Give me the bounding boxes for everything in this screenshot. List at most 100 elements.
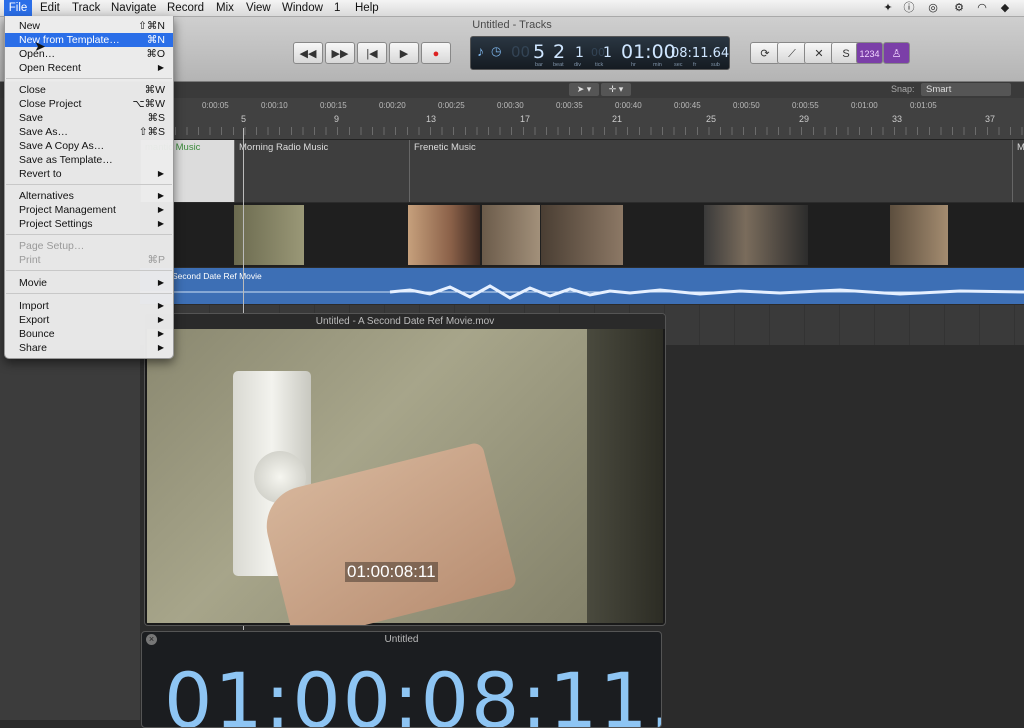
lcd-bar-dim: 00 (511, 43, 531, 61)
video-thumbnail (704, 205, 808, 265)
go-to-start-button[interactable]: |◀ (357, 42, 387, 64)
region-frenetic-music[interactable]: Frenetic Music (409, 140, 1012, 202)
video-thumbnail (408, 205, 480, 265)
record-button[interactable]: ● (421, 42, 451, 64)
ruler-bar: 17 (520, 114, 531, 124)
region-label: Frenetic Music (414, 142, 476, 153)
menu-separator (6, 270, 172, 271)
menu-item-project-settings[interactable]: Project Settings ▶ (5, 217, 173, 231)
submenu-arrow-icon: ▶ (157, 205, 164, 214)
menu-item-save-copy-as[interactable]: Save A Copy As… (5, 139, 173, 153)
menu-separator (6, 78, 172, 79)
menu-track[interactable]: Track (72, 0, 100, 16)
menu-separator (6, 234, 172, 235)
menu-item-import[interactable]: Import ▶ (5, 299, 173, 313)
timeline-ruler[interactable]: 0:00:05 0:00:10 0:00:15 0:00:20 0:00:25 … (140, 98, 1024, 140)
menu-item-alternatives[interactable]: Alternatives ▶ (5, 189, 173, 203)
ruler-time: 0:00:10 (261, 101, 288, 110)
menu-help[interactable]: Help (355, 0, 379, 16)
menu-item-save-as[interactable]: Save As… ⇧⌘S (5, 125, 173, 139)
menu-file[interactable]: File (4, 0, 32, 16)
ruler-bar: 21 (612, 114, 623, 124)
menu-edit[interactable]: Edit (40, 0, 60, 16)
lcd-tick: 1 (603, 45, 612, 61)
notification-icon[interactable]: ◆ (998, 1, 1012, 15)
menu-item-project-management[interactable]: Project Management ▶ (5, 203, 173, 217)
video-thumbnail (541, 205, 623, 265)
menu-separator (6, 293, 172, 294)
cycle-button[interactable]: ⟳ (750, 42, 780, 64)
menu-item-close-project[interactable]: Close Project ⌥⌘W (5, 97, 173, 111)
lcd-label-min: min (653, 62, 662, 68)
menu-mix[interactable]: Mix (216, 0, 234, 16)
submenu-arrow-icon: ▶ (157, 169, 164, 178)
forward-button[interactable]: ▶▶ (325, 42, 355, 64)
menu-item-bounce[interactable]: Bounce ▶ (5, 327, 173, 341)
menu-item-open-recent[interactable]: Open Recent ▶ (5, 61, 173, 75)
ruler-time: 0:00:30 (497, 101, 524, 110)
rewind-button[interactable]: ◀◀ (293, 42, 323, 64)
metronome-button[interactable]: ♙ (883, 42, 910, 64)
menu-view[interactable]: View (246, 0, 271, 16)
menu-item-export[interactable]: Export ▶ (5, 313, 173, 327)
lcd-display[interactable]: ♪ ◷ 00 5 2 1 00 1 01:00 08:11.64 bar bea… (470, 36, 730, 70)
ruler-time: 0:00:45 (674, 101, 701, 110)
menu-item-revert-to[interactable]: Revert to ▶ (5, 167, 173, 181)
secondary-tool-menu[interactable]: ✛ ▾ (601, 83, 631, 96)
menu-window[interactable]: Window (282, 0, 323, 16)
menu-item-new-from-template[interactable]: New from Template… ⌘N (5, 33, 173, 47)
ruler-time: 0:00:05 (202, 101, 229, 110)
menu-item-movie[interactable]: Movie ▶ (5, 276, 173, 290)
menu-item-save[interactable]: Save ⌘S (5, 111, 173, 125)
ruler-time: 0:00:50 (733, 101, 760, 110)
menu-item-share[interactable]: Share ▶ (5, 341, 173, 355)
count-in-button[interactable]: 1234 (856, 42, 883, 64)
menu-item-open[interactable]: Open… ⌘O (5, 47, 173, 61)
lcd-label-sec: sec (674, 62, 683, 68)
big-timecode: 01:00:08:11.64 (164, 656, 661, 728)
movie-window[interactable]: Untitled - A Second Date Ref Movie.mov 0… (144, 313, 666, 626)
submenu-arrow-icon: ▶ (157, 301, 164, 310)
submenu-arrow-icon: ▶ (157, 343, 164, 352)
door-frame (587, 329, 663, 623)
info-icon[interactable]: ⓘ (902, 1, 916, 15)
region-next-music[interactable]: M (1012, 140, 1024, 202)
replace-button[interactable]: ✕ (804, 42, 834, 64)
lcd-label-beat: beat (553, 62, 564, 68)
timecode-window[interactable]: × Untitled 01:00:08:11.64 (141, 631, 662, 728)
ruler-bar: 25 (706, 114, 717, 124)
movie-window-title: Untitled - A Second Date Ref Movie.mov (145, 314, 665, 329)
video-track[interactable] (140, 203, 1024, 267)
play-button[interactable]: ▶ (389, 42, 419, 64)
ruler-time: 0:00:40 (615, 101, 642, 110)
movie-timecode-overlay: 01:00:08:11 (345, 562, 438, 582)
tuner-button[interactable]: ⟋ (777, 42, 807, 64)
movie-audio-track[interactable] (140, 268, 1024, 304)
ruler-bar: 29 (799, 114, 810, 124)
menu-item-close[interactable]: Close ⌘W (5, 83, 173, 97)
menu-record[interactable]: Record (167, 0, 204, 16)
wifi-icon[interactable]: ◠ (975, 1, 989, 15)
menu-1[interactable]: 1 (334, 0, 340, 16)
submenu-arrow-icon: ▶ (157, 278, 164, 287)
lcd-label-fr: fr (693, 62, 697, 68)
submenu-arrow-icon: ▶ (157, 315, 164, 324)
dropbox-icon[interactable]: ✦ (881, 1, 895, 15)
settings-icon[interactable]: ⚙ (952, 1, 966, 15)
menu-navigate[interactable]: Navigate (111, 0, 156, 16)
menu-item-save-as-template[interactable]: Save as Template… (5, 153, 173, 167)
ruler-bar: 37 (985, 114, 996, 124)
submenu-arrow-icon: ▶ (157, 191, 164, 200)
submenu-arrow-icon: ▶ (157, 329, 164, 338)
mouse-cursor-icon: ➤ (34, 38, 46, 54)
region-morning-radio-music[interactable]: Morning Radio Music (234, 140, 409, 202)
pointer-tool-menu[interactable]: ➤ ▾ (569, 83, 599, 96)
video-thumbnail (890, 205, 948, 265)
file-menu: New ⇧⌘N New from Template… ⌘N Open… ⌘O Open… (4, 16, 174, 359)
lcd-time: 01:00 (621, 41, 676, 63)
lcd-beat: 2 (553, 41, 566, 63)
menu-item-new[interactable]: New ⇧⌘N (5, 19, 173, 33)
snap-select[interactable]: Smart (921, 83, 1011, 96)
submenu-arrow-icon: ▶ (157, 63, 164, 72)
cc-icon[interactable]: ◎ (926, 1, 940, 15)
